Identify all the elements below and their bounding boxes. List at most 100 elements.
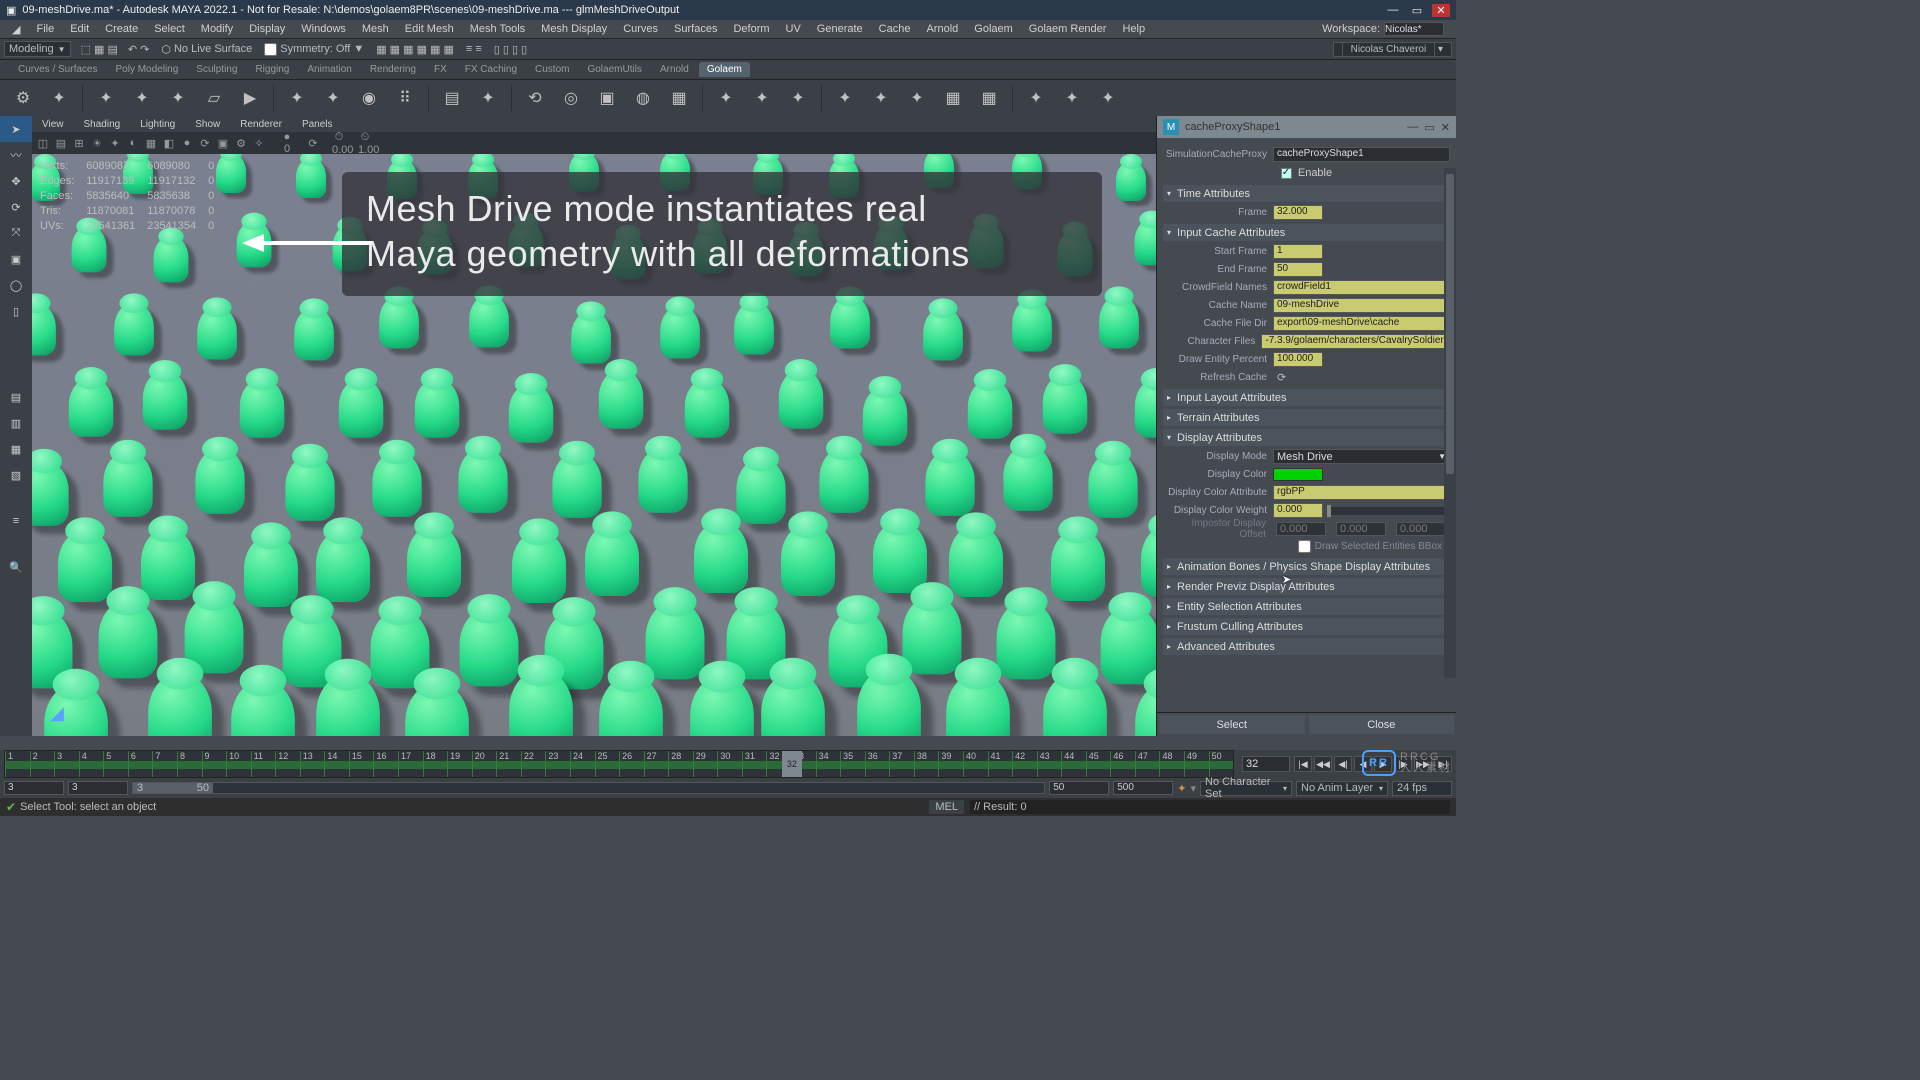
range-start-in[interactable]: 3 [68, 781, 128, 795]
shelf-gear-icon[interactable]: ⚙ [10, 85, 36, 111]
char-icon[interactable]: ✦ [46, 85, 72, 111]
sect-terrain[interactable]: ▸Terrain Attributes [1163, 409, 1450, 426]
shelf-tabs[interactable]: Curves / Surfaces Poly Modeling Sculptin… [0, 60, 1456, 80]
command-result[interactable]: // Result: 0 [970, 800, 1450, 814]
menu-file[interactable]: File [28, 23, 62, 35]
viewport-menu[interactable]: View Shading Lighting Show Renderer Pane… [32, 116, 1156, 132]
shelf-tab-fxcache[interactable]: FX Caching [457, 62, 525, 77]
menu-golaem[interactable]: Golaem [966, 23, 1021, 35]
draw-bbox-check[interactable] [1298, 540, 1311, 553]
target-icon[interactable]: ◎ [558, 85, 584, 111]
display-mode-dropdown[interactable]: Mesh Drive▼ [1273, 449, 1450, 464]
menu-edit[interactable]: Edit [62, 23, 97, 35]
range-end-in[interactable]: 50 [1049, 781, 1109, 795]
render-icon[interactable]: ✦ [1023, 85, 1049, 111]
shelf-tab-golaemutils[interactable]: GolaemUtils [579, 62, 649, 77]
snap-icon[interactable]: ◯ [0, 272, 32, 298]
shelf-tab-poly[interactable]: Poly Modeling [107, 62, 186, 77]
grid-icon[interactable]: ▤ [439, 85, 465, 111]
layout3-icon[interactable]: ▦ [0, 436, 32, 462]
crowd2-icon[interactable]: ✦ [129, 85, 155, 111]
menu-deform[interactable]: Deform [725, 23, 777, 35]
account-dropdown[interactable]: Nicolas Chaveroi ▾ [1333, 42, 1452, 57]
vp-menu-view[interactable]: View [32, 119, 74, 130]
viewport-area[interactable]: Verts:608908760890800Edges:1191713911917… [32, 154, 1156, 736]
fps-dropdown[interactable]: 24 fps [1392, 781, 1452, 796]
layout4-icon[interactable]: ▧ [0, 462, 32, 488]
proxy-field[interactable]: cacheProxyShape1 [1273, 147, 1450, 162]
shelf-tab-animation[interactable]: Animation [299, 62, 359, 77]
no-live-surface[interactable]: No Live Surface [174, 43, 252, 55]
run-icon[interactable]: ✦ [713, 85, 739, 111]
link-icon[interactable]: ⟲ [522, 85, 548, 111]
range-track[interactable]: 350 [132, 782, 1045, 794]
ent-icon[interactable]: ✦ [284, 85, 310, 111]
menu-display[interactable]: Display [241, 23, 293, 35]
panel-max-icon[interactable]: ▭ [1424, 121, 1434, 134]
select-tool[interactable]: ➤ [0, 116, 32, 142]
menu-arnold[interactable]: Arnold [918, 23, 966, 35]
vp-menu-show[interactable]: Show [185, 119, 230, 130]
range-start[interactable]: 3 [4, 781, 64, 795]
time-ruler[interactable]: 1234567891011121314151617181920212223242… [4, 750, 1234, 778]
sect-anim-bones[interactable]: ▸Animation Bones / Physics Shape Display… [1163, 558, 1450, 575]
shelf-tab-sculpt[interactable]: Sculpting [188, 62, 245, 77]
sect-render-previz[interactable]: ▸Render Previz Display Attributes [1163, 578, 1450, 595]
char-files-field[interactable]: -7.3.9/golaem/characters/CavalrySoldier. [1261, 334, 1450, 349]
vp-menu-panels[interactable]: Panels [292, 119, 343, 130]
run2-icon[interactable]: ✦ [749, 85, 775, 111]
scale-tool[interactable]: ⤧ [0, 220, 32, 246]
cache-name-field[interactable]: 09-meshDrive [1273, 298, 1450, 313]
shelf-tab-golaem[interactable]: Golaem [699, 62, 750, 77]
anim3-icon[interactable]: ✦ [904, 85, 930, 111]
layout1-icon[interactable]: ▤ [0, 384, 32, 410]
close-icon[interactable]: ✕ [1432, 4, 1450, 17]
box-icon[interactable]: ▣ [594, 85, 620, 111]
dcw-slider-handle[interactable] [1327, 505, 1331, 517]
select-button[interactable]: Select [1159, 715, 1305, 734]
draw-entity-percent-field[interactable]: 100.000 [1273, 352, 1323, 367]
symmetry-check[interactable] [264, 43, 277, 56]
menu-uv[interactable]: UV [778, 23, 809, 35]
render2-icon[interactable]: ✦ [1059, 85, 1085, 111]
menu-surfaces[interactable]: Surfaces [666, 23, 725, 35]
menu-mesh[interactable]: Mesh [354, 23, 397, 35]
shelf-tab-fx[interactable]: FX [426, 62, 455, 77]
move-tool[interactable]: ✥ [0, 168, 32, 194]
panel-min-icon[interactable]: — [1407, 121, 1418, 134]
sect-input-cache[interactable]: ▾Input Cache Attributes [1163, 224, 1450, 241]
menu-windows[interactable]: Windows [293, 23, 354, 35]
viewport-icon-bar[interactable]: ◫▤⊞☀✦◐▦◧●⟳▣⚙✧ ● 0⟳⏱ 0.00⏲ 1.00 [32, 132, 1156, 154]
close-button[interactable]: Close [1309, 715, 1455, 734]
menu-select[interactable]: Select [146, 23, 193, 35]
shelf-tab-arnold[interactable]: Arnold [652, 62, 697, 77]
time-slider[interactable]: 1234567891011121314151617181920212223242… [0, 750, 1456, 778]
menu-mesh-display[interactable]: Mesh Display [533, 23, 615, 35]
sect-time[interactable]: ▾Time Attributes [1163, 185, 1450, 202]
sect-frustum[interactable]: ▸Frustum Culling Attributes [1163, 618, 1450, 635]
enable-row[interactable]: Enable [1163, 164, 1450, 182]
table2-icon[interactable]: ▦ [976, 85, 1002, 111]
menu-generate[interactable]: Generate [809, 23, 871, 35]
range-end[interactable]: 500 [1113, 781, 1173, 795]
go-start-icon[interactable]: |◀ [1294, 756, 1312, 772]
cache-dir-field[interactable]: export\09-meshDrive\cache [1273, 316, 1450, 331]
mode-selector[interactable]: Modeling▼ [4, 41, 71, 57]
lasso-tool[interactable]: 〰 [0, 142, 32, 168]
menu-help[interactable]: Help [1114, 23, 1153, 35]
last-tool[interactable]: ▣ [0, 246, 32, 272]
current-frame-indicator[interactable]: 32 [782, 751, 802, 777]
start-frame-field[interactable]: 1 [1273, 244, 1323, 259]
outliner-icon[interactable]: ≡ [0, 508, 32, 534]
current-frame-box[interactable]: 32 [1242, 756, 1290, 772]
prev-key-icon[interactable]: ◀| [1334, 756, 1352, 772]
cube-icon[interactable]: ◍ [630, 85, 656, 111]
vp-menu-shading[interactable]: Shading [74, 119, 131, 130]
anim2-icon[interactable]: ✦ [868, 85, 894, 111]
shelf-tab-custom[interactable]: Custom [527, 62, 577, 77]
menu-cache[interactable]: Cache [871, 23, 919, 35]
maximize-icon[interactable]: ▭ [1408, 4, 1426, 17]
range-handle[interactable]: 350 [133, 783, 213, 793]
step-back-icon[interactable]: ◀◀ [1314, 756, 1332, 772]
main-menu-bar[interactable]: ◢ File Edit Create Select Modify Display… [0, 20, 1456, 38]
